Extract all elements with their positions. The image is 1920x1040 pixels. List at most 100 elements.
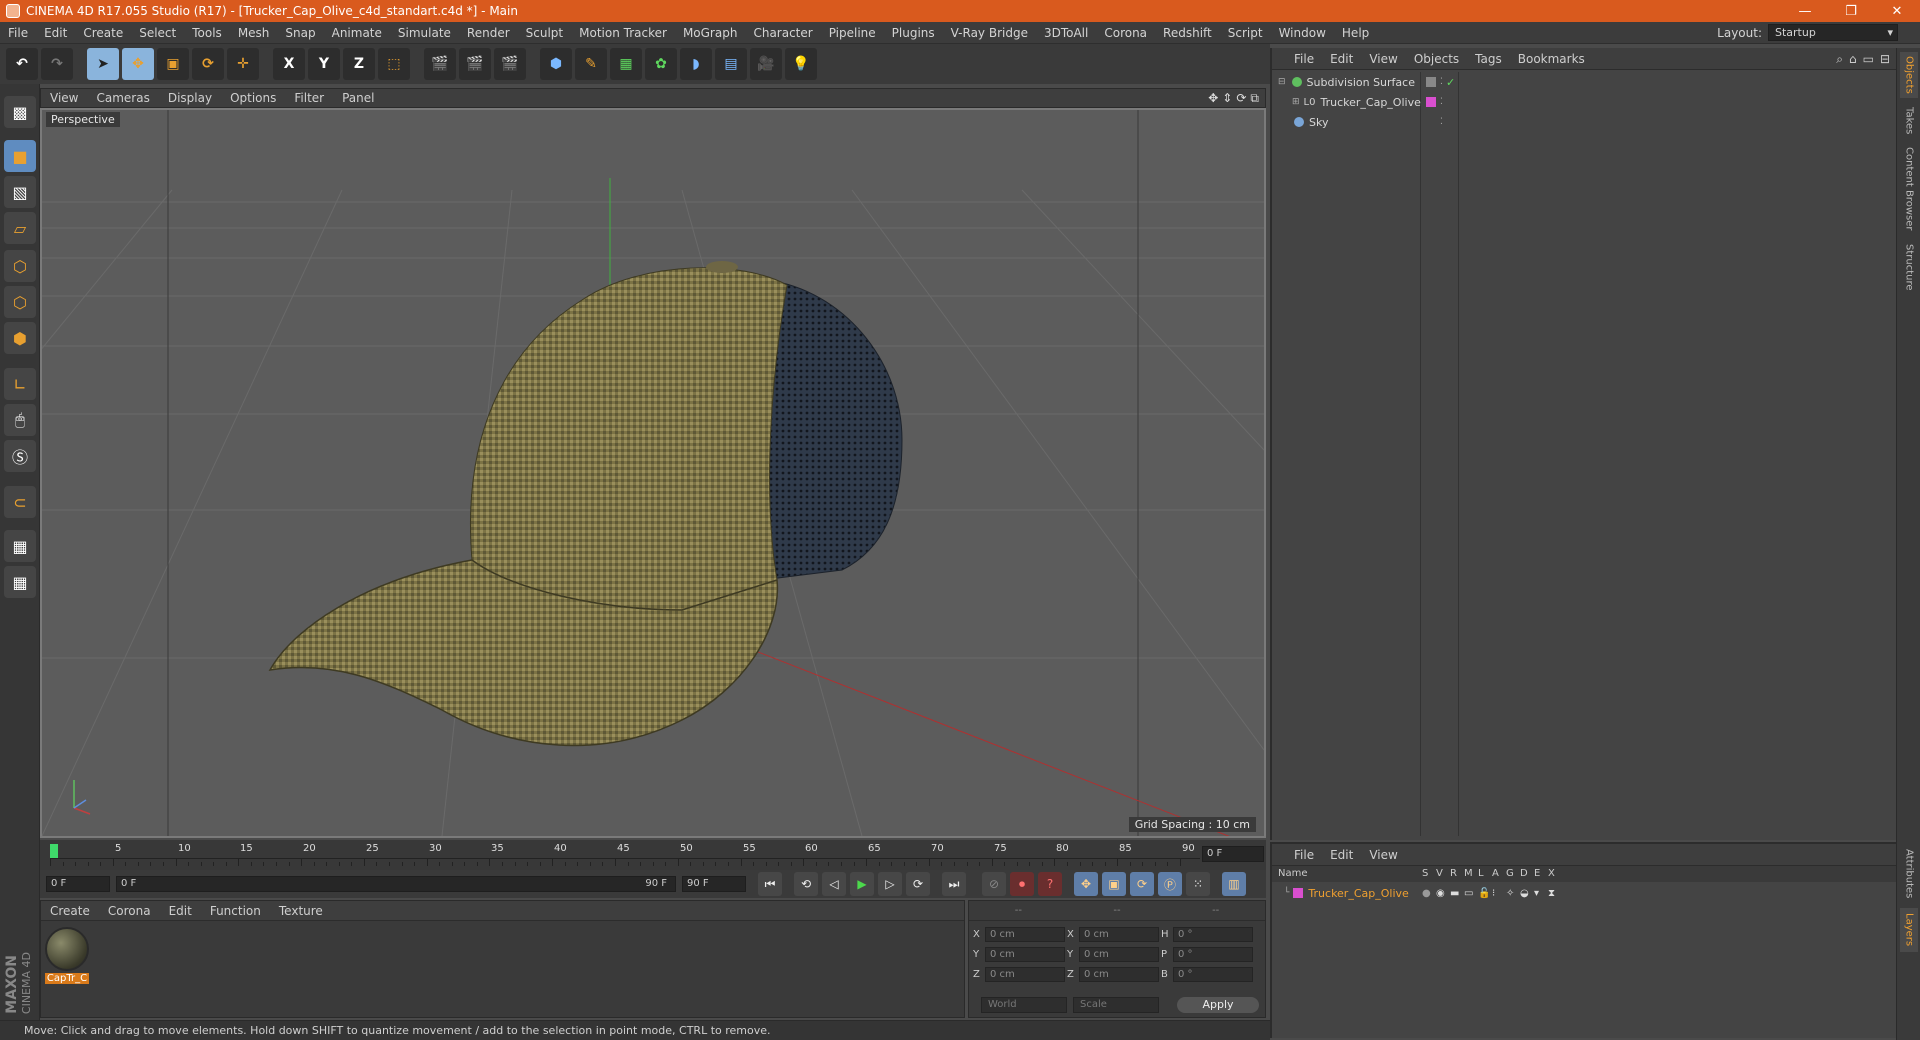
position-y-field[interactable]: 0 cm	[985, 947, 1065, 962]
menu-corona[interactable]: Corona	[1096, 26, 1155, 40]
go-to-previous-frame-button[interactable]: ◁	[822, 872, 846, 896]
apply-button[interactable]: Apply	[1177, 997, 1259, 1013]
model-mode-button[interactable]: ■	[4, 140, 36, 172]
autokeying-button[interactable]: ⏺	[1010, 872, 1034, 896]
render-settings-button[interactable]: 🎬	[494, 48, 526, 80]
layers-menu-file[interactable]: File	[1286, 848, 1322, 862]
menu-select[interactable]: Select	[131, 26, 184, 40]
record-active-objects-button[interactable]: ⊘	[982, 872, 1006, 896]
add-cube-button[interactable]: ⬢	[540, 48, 572, 80]
animation-icon[interactable]: ⁝	[1492, 888, 1495, 899]
new-window-icon[interactable]: ⊟	[1880, 52, 1890, 67]
play-forward-button[interactable]: ▶	[850, 872, 874, 896]
restore-button[interactable]: ❐	[1828, 0, 1874, 22]
menu-vray-bridge[interactable]: V-Ray Bridge	[943, 26, 1036, 40]
polygons-mode-button[interactable]: ⬢	[4, 322, 36, 354]
collapse-toggle-icon[interactable]: ⊟	[1278, 77, 1286, 87]
objects-menu-tags[interactable]: Tags	[1467, 52, 1510, 66]
home-icon[interactable]: ⌂	[1849, 52, 1857, 67]
key-rotation-button[interactable]: ⟳	[1130, 872, 1154, 896]
objects-menu-edit[interactable]: Edit	[1322, 52, 1361, 66]
expression-icon[interactable]: ▾	[1534, 888, 1539, 899]
timeline-ruler[interactable]: 051015202530354045505560657075808590	[50, 842, 1200, 868]
add-cloner-button[interactable]: ✿	[645, 48, 677, 80]
tab-content-browser[interactable]: Content Browser	[1900, 144, 1918, 234]
recent-tools-button[interactable]: ✛	[227, 48, 259, 80]
x-axis-lock-button[interactable]: X	[273, 48, 305, 80]
menu-create[interactable]: Create	[75, 26, 131, 40]
size-z-field[interactable]: 0 cm	[1079, 967, 1159, 982]
size-mode-dropdown[interactable]: Scale	[1073, 997, 1159, 1013]
viewport-menu-cameras[interactable]: Cameras	[87, 91, 158, 105]
collapse-icon[interactable]: ▭	[1863, 52, 1874, 67]
menu-character[interactable]: Character	[745, 26, 820, 40]
key-position-button[interactable]: ✥	[1074, 872, 1098, 896]
add-light-button[interactable]: 💡	[785, 48, 817, 80]
snap-button[interactable]: Ⓢ	[4, 440, 36, 472]
z-axis-lock-button[interactable]: Z	[343, 48, 375, 80]
object-row-subdivision-surface[interactable]: ⊟ Subdivision Surface ⁚ ✓	[1272, 72, 1898, 92]
scale-tool-button[interactable]: ▣	[157, 48, 189, 80]
layer-swatch-icon[interactable]	[1426, 97, 1436, 107]
undo-button[interactable]: ↶	[6, 48, 38, 80]
visibility-dots-icon[interactable]: ⁚	[1440, 117, 1443, 127]
layer-color-swatch[interactable]	[1293, 888, 1304, 898]
current-frame-field[interactable]: 0 F	[1202, 846, 1264, 862]
tab-takes[interactable]: Takes	[1900, 104, 1918, 138]
solo-toggle-icon[interactable]: ●	[1422, 888, 1431, 899]
viewport-menu-panel[interactable]: Panel	[333, 91, 383, 105]
edges-mode-button[interactable]: ⬡	[4, 286, 36, 318]
axis-mode-button[interactable]: ∟	[4, 368, 36, 400]
add-deformer-button[interactable]: ◗	[680, 48, 712, 80]
object-row-sky[interactable]: Sky ⁚	[1272, 112, 1898, 132]
menu-snap[interactable]: Snap	[277, 26, 323, 40]
tab-attributes[interactable]: Attributes	[1900, 844, 1918, 904]
planar-workplane-button[interactable]: ▦	[4, 566, 36, 598]
add-pen-spline-button[interactable]: ✎	[575, 48, 607, 80]
menu-redshift[interactable]: Redshift	[1155, 26, 1220, 40]
xref-icon[interactable]: ⧗	[1548, 888, 1555, 899]
material-menu-create[interactable]: Create	[41, 904, 99, 918]
objects-menu-file[interactable]: File	[1286, 52, 1322, 66]
coordinate-system-button[interactable]: ⬚	[378, 48, 410, 80]
viewport-menu-display[interactable]: Display	[159, 91, 221, 105]
generator-icon[interactable]: ✧	[1506, 888, 1514, 899]
layers-menu-view[interactable]: View	[1361, 848, 1405, 862]
material-menu-corona[interactable]: Corona	[99, 904, 160, 918]
render-clapboard-icon[interactable]: ▬	[1450, 888, 1459, 899]
go-to-next-frame-button[interactable]: ▷	[878, 872, 902, 896]
menu-3dtoall[interactable]: 3DToAll	[1036, 26, 1096, 40]
key-scale-button[interactable]: ▣	[1102, 872, 1126, 896]
locked-workplane-button[interactable]: ▦	[4, 530, 36, 562]
object-row-trucker-cap-olive[interactable]: ⊞ L0 Trucker_Cap_Olive ⁚	[1272, 92, 1898, 112]
rotation-p-field[interactable]: 0 °	[1173, 947, 1253, 962]
tab-objects[interactable]: Objects	[1900, 52, 1918, 98]
material-menu-edit[interactable]: Edit	[160, 904, 201, 918]
objects-menu-view[interactable]: View	[1361, 52, 1405, 66]
size-y-field[interactable]: 0 cm	[1079, 947, 1159, 962]
menu-window[interactable]: Window	[1271, 26, 1334, 40]
go-to-start-button[interactable]: ⏮	[758, 872, 782, 896]
viewport-menu-options[interactable]: Options	[221, 91, 285, 105]
tab-structure[interactable]: Structure	[1900, 240, 1918, 294]
tab-layers[interactable]: Layers	[1900, 908, 1918, 952]
layer-swatch-icon[interactable]	[1426, 77, 1436, 87]
rotation-b-field[interactable]: 0 °	[1173, 967, 1253, 982]
coordinate-space-dropdown[interactable]: World	[981, 997, 1067, 1013]
rotation-h-field[interactable]: 0 °	[1173, 927, 1253, 942]
layers-menu-edit[interactable]: Edit	[1322, 848, 1361, 862]
menu-script[interactable]: Script	[1220, 26, 1271, 40]
y-axis-lock-button[interactable]: Y	[308, 48, 340, 80]
add-camera-button[interactable]: 🎥	[750, 48, 782, 80]
layout-dropdown[interactable]: Startup ▾	[1768, 24, 1898, 41]
timeline-window-button[interactable]: ▥	[1222, 872, 1246, 896]
close-button[interactable]: ✕	[1874, 0, 1920, 22]
enabled-check-icon[interactable]: ✓	[1446, 76, 1455, 89]
move-tool-button[interactable]: ✥	[122, 48, 154, 80]
expand-toggle-icon[interactable]: ⊞	[1292, 97, 1300, 107]
make-editable-button[interactable]: ▩	[4, 96, 36, 128]
material-swatch[interactable]: CapTr_C	[45, 927, 89, 984]
pan-icon[interactable]: ✥	[1208, 91, 1218, 106]
visibility-dots-icon[interactable]: ⁚	[1440, 97, 1443, 107]
keyframe-selection-button[interactable]: ?	[1038, 872, 1062, 896]
